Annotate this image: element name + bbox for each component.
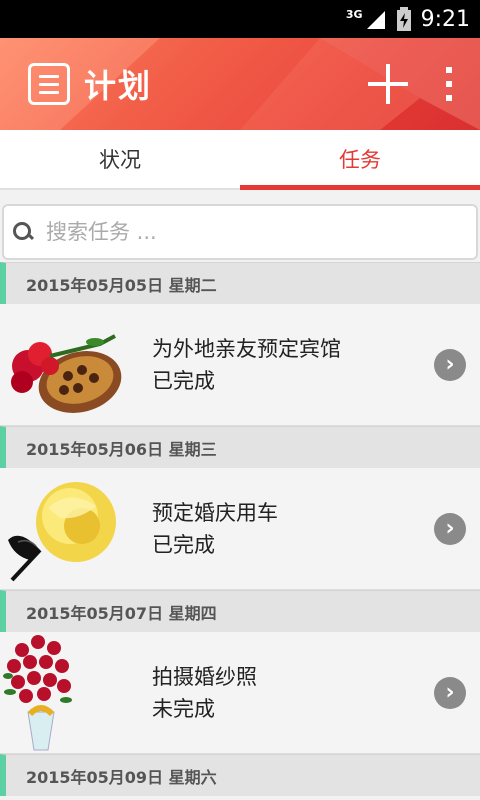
roses-chocolate-heart-icon (11, 333, 122, 413)
page-title: 计划 (84, 67, 153, 105)
rose-bouquet-vase-icon (3, 634, 72, 750)
search-container (0, 190, 480, 262)
chevron-right-icon[interactable]: › (434, 676, 466, 709)
tab-status[interactable]: 状况 (0, 130, 240, 188)
task-list: 2015年05月05日 星期二 为外地亲友预定宾馆 已完成 › 2015年05月… (0, 262, 480, 796)
tab-bar: 状况 任务 (0, 130, 480, 190)
search-input[interactable] (46, 220, 476, 244)
date-header: 2015年05月06日 星期三 (0, 426, 480, 468)
date-header: 2015年05月05日 星期二 (0, 262, 480, 304)
search-box (2, 204, 478, 260)
task-status: 已完成 (152, 368, 215, 393)
search-icon (12, 221, 34, 243)
task-name: 为外地亲友预定宾馆 (152, 336, 341, 361)
clock: 9:21 (420, 6, 470, 32)
more-options-button[interactable] (434, 56, 464, 112)
app-bar: 计划 (0, 38, 480, 130)
task-row[interactable]: 拍摄婚纱照 未完成 › (0, 632, 480, 754)
task-status: 已完成 (152, 532, 215, 557)
add-task-button[interactable] (360, 56, 416, 112)
task-texts: 拍摄婚纱照 未完成 (152, 661, 434, 725)
chevron-right-icon[interactable]: › (434, 348, 466, 381)
task-texts: 预定婚庆用车 已完成 (152, 497, 434, 561)
task-name: 拍摄婚纱照 (152, 664, 257, 689)
task-texts: 为外地亲友预定宾馆 已完成 (152, 333, 434, 397)
battery-charging-icon (396, 7, 411, 31)
signal-icon (366, 11, 385, 29)
task-name: 预定婚庆用车 (152, 500, 278, 525)
gold-rose-feather-icon (8, 481, 116, 581)
task-row[interactable]: 预定婚庆用车 已完成 › (0, 468, 480, 590)
task-row[interactable]: 为外地亲友预定宾馆 已完成 › (0, 304, 480, 426)
status-bar: 3G 9:21 (0, 0, 480, 38)
tab-tasks[interactable]: 任务 (240, 130, 480, 190)
task-status: 未完成 (152, 696, 215, 721)
network-type: 3G (345, 7, 363, 21)
chevron-right-icon[interactable]: › (434, 512, 466, 545)
date-header: 2015年05月07日 星期四 (0, 590, 480, 632)
date-header: 2015年05月09日 星期六 (0, 754, 480, 796)
list-menu-icon[interactable] (28, 63, 70, 105)
